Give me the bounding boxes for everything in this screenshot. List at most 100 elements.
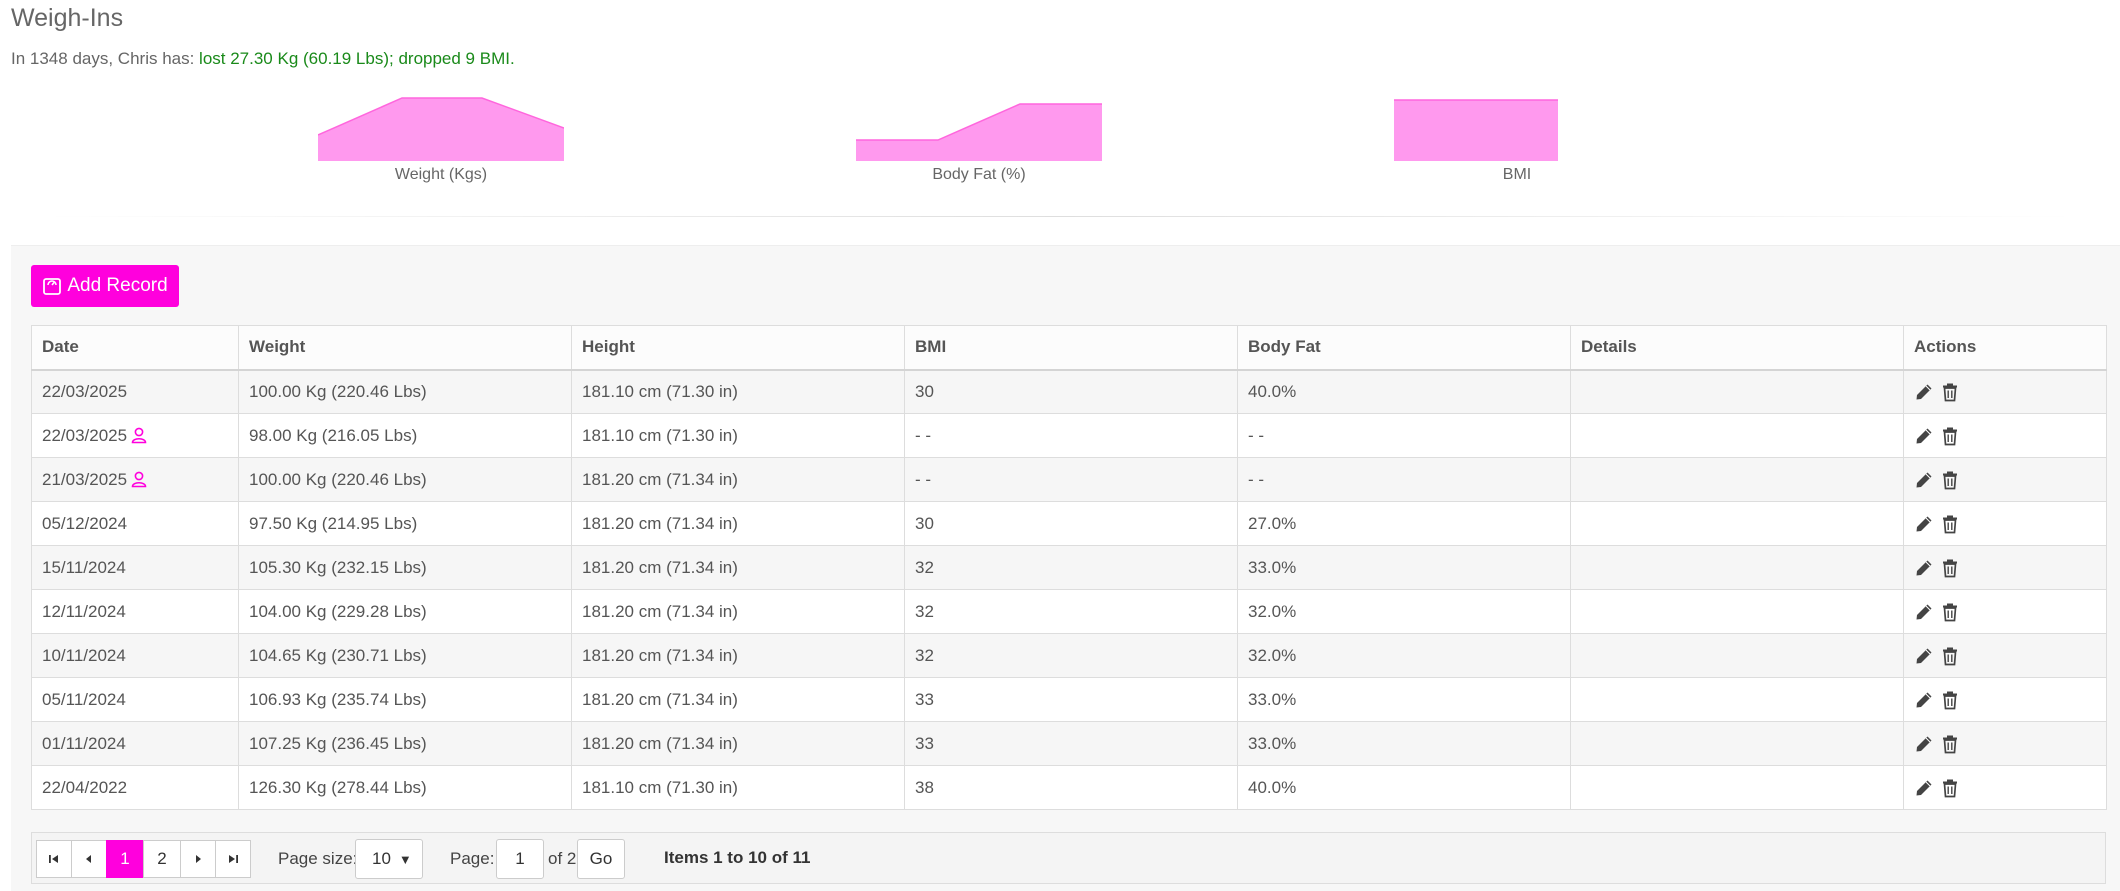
weight-sparkline-label: Weight (Kgs)	[394, 166, 488, 183]
page-size-value: 10	[372, 849, 391, 868]
weight-cell: 100.00 Kg (220.46 Lbs)	[238, 369, 572, 414]
height-cell: 181.20 cm (71.34 in)	[571, 721, 905, 766]
height-cell: 181.20 cm (71.34 in)	[571, 677, 905, 722]
edit-icon[interactable]	[1914, 690, 1934, 710]
table-row[interactable]: 15/11/2024 105.30 Kg (232.15 Lbs) 181.20 c…	[31, 545, 2107, 590]
bmi-cell: - -	[904, 457, 1238, 502]
column-header-bmi[interactable]: BMI	[904, 325, 1238, 371]
weight-cell: 104.65 Kg (230.71 Lbs)	[238, 633, 572, 678]
delete-icon[interactable]	[1940, 558, 1960, 578]
delete-icon[interactable]	[1940, 602, 1960, 622]
last-page-button[interactable]	[215, 840, 251, 878]
column-header-height[interactable]: Height	[571, 325, 905, 371]
delete-icon[interactable]	[1940, 426, 1960, 446]
date-cell: 22/04/2022	[31, 765, 239, 810]
next-page-icon	[196, 855, 201, 863]
edit-icon[interactable]	[1914, 602, 1934, 622]
column-header-details[interactable]: Details	[1570, 325, 1904, 371]
date-cell: 22/03/2025	[31, 413, 239, 458]
date-cell: 15/11/2024	[31, 545, 239, 590]
column-header-body-fat[interactable]: Body Fat	[1237, 325, 1571, 371]
table-row[interactable]: 22/03/2025 100.00 Kg (220.46 Lbs) 181.10 c…	[31, 369, 2107, 414]
edit-icon[interactable]	[1914, 426, 1934, 446]
first-page-icon	[49, 855, 58, 863]
page-count-label: of 2	[548, 849, 577, 868]
actions-cell	[1903, 413, 2107, 458]
delete-icon[interactable]	[1940, 514, 1960, 534]
page-button-1[interactable]: 1	[106, 840, 144, 878]
summary-prefix: In 1348 days, Chris has:	[11, 49, 200, 68]
actions-cell	[1903, 633, 2107, 678]
table-row[interactable]: 22/03/2025 98.00 Kg (216.05 Lbs) 181.10 cm…	[31, 413, 2107, 458]
bmi-sparkline-chart	[1394, 99, 1558, 161]
bmi-cell: 30	[904, 369, 1238, 414]
details-cell	[1570, 369, 1904, 414]
bodyfat-sparkline: Body Fat (%)	[856, 95, 1102, 184]
date-value: 22/04/2022	[42, 777, 128, 797]
delete-icon[interactable]	[1940, 470, 1960, 490]
delete-icon[interactable]	[1940, 646, 1960, 666]
first-page-button[interactable]	[36, 840, 72, 878]
edit-icon[interactable]	[1914, 646, 1934, 666]
body-fat-cell: - -	[1237, 413, 1571, 458]
delete-icon[interactable]	[1940, 734, 1960, 754]
date-value: 22/03/2025	[42, 425, 128, 445]
table-row[interactable]: 22/04/2022 126.30 Kg (278.44 Lbs) 181.10 c…	[31, 765, 2107, 810]
bodyfat-sparkline-area	[856, 104, 1102, 161]
actions-cell	[1903, 721, 2107, 766]
weight-cell: 106.93 Kg (235.74 Lbs)	[238, 677, 572, 722]
weight-cell: 100.00 Kg (220.46 Lbs)	[238, 457, 572, 502]
table-row[interactable]: 05/11/2024 106.93 Kg (235.74 Lbs) 181.20 c…	[31, 677, 2107, 722]
date-value: 12/11/2024	[42, 601, 126, 621]
weight-cell: 98.00 Kg (216.05 Lbs)	[238, 413, 572, 458]
details-cell	[1570, 677, 1904, 722]
table-row[interactable]: 21/03/2025 100.00 Kg (220.46 Lbs) 181.20 c…	[31, 457, 2107, 502]
details-cell	[1570, 501, 1904, 546]
bmi-cell: 33	[904, 721, 1238, 766]
delete-icon[interactable]	[1940, 778, 1960, 798]
edit-icon[interactable]	[1914, 734, 1934, 754]
body-fat-cell: 33.0%	[1237, 545, 1571, 590]
edit-icon[interactable]	[1914, 382, 1934, 402]
summary-highlight: lost 27.30 Kg (60.19 Lbs); dropped 9 BMI…	[199, 49, 515, 68]
page-button-2[interactable]: 2	[143, 840, 181, 878]
details-cell	[1570, 765, 1904, 810]
details-cell	[1570, 457, 1904, 502]
prev-page-icon	[86, 855, 91, 863]
bmi-cell: 32	[904, 545, 1238, 590]
date-value: 15/11/2024	[42, 557, 126, 577]
edit-icon[interactable]	[1914, 558, 1934, 578]
height-cell: 181.10 cm (71.30 in)	[571, 369, 905, 414]
records-panel: Add Record Date Weight Height BMI Body F…	[11, 245, 2120, 891]
prev-page-button[interactable]	[71, 840, 107, 878]
page-number-input[interactable]	[496, 839, 544, 879]
table-row[interactable]: 05/12/2024 97.50 Kg (214.95 Lbs) 181.20 cm…	[31, 501, 2107, 546]
column-header-weight[interactable]: Weight	[238, 325, 572, 371]
add-record-button[interactable]: Add Record	[31, 265, 179, 307]
weight-cell: 107.25 Kg (236.45 Lbs)	[238, 721, 572, 766]
height-cell: 181.20 cm (71.34 in)	[571, 589, 905, 634]
delete-icon[interactable]	[1940, 690, 1960, 710]
go-button[interactable]: Go	[577, 839, 625, 879]
column-header-date[interactable]: Date	[31, 325, 239, 371]
date-value: 22/03/2025	[42, 381, 128, 401]
edit-icon[interactable]	[1914, 778, 1934, 798]
table-row[interactable]: 10/11/2024 104.65 Kg (230.71 Lbs) 181.20 c…	[31, 633, 2107, 678]
page-size-select[interactable]: 10 ▼	[355, 839, 423, 879]
height-cell: 181.20 cm (71.34 in)	[571, 457, 905, 502]
edit-icon[interactable]	[1914, 470, 1934, 490]
date-cell: 05/11/2024	[31, 677, 239, 722]
date-cell: 12/11/2024	[31, 589, 239, 634]
table-row[interactable]: 01/11/2024 107.25 Kg (236.45 Lbs) 181.20 c…	[31, 721, 2107, 766]
table-row[interactable]: 12/11/2024 104.00 Kg (229.28 Lbs) 181.20 c…	[31, 589, 2107, 634]
edit-icon[interactable]	[1914, 514, 1934, 534]
body-fat-cell: 33.0%	[1237, 721, 1571, 766]
table-body: 22/03/2025 100.00 Kg (220.46 Lbs) 181.10 c…	[31, 369, 2107, 810]
last-page-icon	[229, 855, 238, 863]
next-page-button[interactable]	[180, 840, 216, 878]
weight-sparkline-chart	[318, 97, 564, 161]
add-record-label: Add Record	[67, 275, 168, 296]
delete-icon[interactable]	[1940, 382, 1960, 402]
height-cell: 181.10 cm (71.30 in)	[571, 765, 905, 810]
bmi-sparkline-label: BMI	[1502, 166, 1532, 183]
